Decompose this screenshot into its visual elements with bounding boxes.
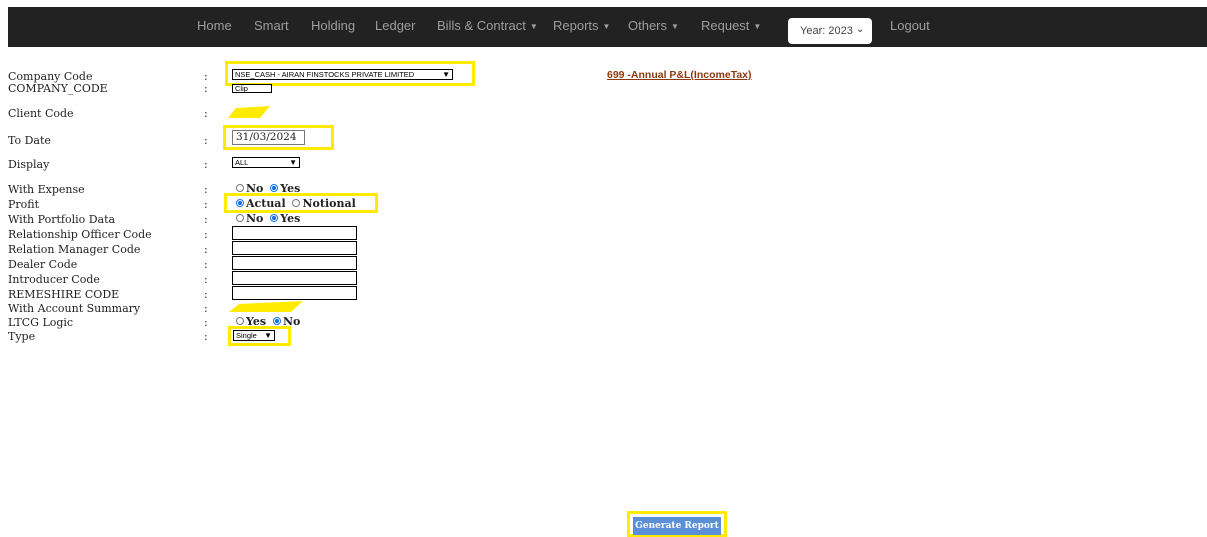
- display-select[interactable]: ALL ▼: [232, 157, 300, 168]
- nav-bills-contract[interactable]: Bills & Contract ▼: [437, 18, 538, 33]
- type-label: Type: [8, 330, 36, 343]
- with-expense-label: With Expense: [8, 183, 85, 196]
- redaction-mark: [229, 301, 303, 312]
- colon: :: [204, 228, 208, 241]
- ltcg-logic-label: LTCG Logic: [8, 316, 74, 329]
- to-date-input[interactable]: 31/03/2024: [232, 130, 305, 145]
- nav-others-label: Others: [628, 18, 668, 33]
- caret-down-icon: ▼: [602, 22, 611, 32]
- ltcg-yes-radio[interactable]: [236, 317, 244, 325]
- radio-label: No: [246, 212, 264, 225]
- ro-code-label: Relationship Officer Code: [8, 228, 152, 241]
- chevron-down-icon: ▼: [442, 70, 450, 79]
- colon: :: [204, 82, 208, 95]
- annual-pl-report-link[interactable]: 699 -Annual P&L(IncomeTax): [607, 69, 752, 81]
- profit-label: Profit: [8, 198, 40, 211]
- introducer-code-label: Introducer Code: [8, 273, 100, 286]
- nav-ledger[interactable]: Ledger: [375, 18, 415, 33]
- introducer-code-input[interactable]: [232, 271, 357, 285]
- with-portfolio-radio-group: No Yes: [236, 212, 303, 225]
- company-code-select-value: NSE_CASH - AIRAN FINSTOCKS PRIVATE LIMIT…: [235, 70, 415, 79]
- profit-notional-radio[interactable]: [292, 199, 301, 207]
- rm-code-input[interactable]: [232, 241, 357, 255]
- type-select-value: Single: [236, 331, 257, 340]
- rm-code-label: Relation Manager Code: [8, 243, 141, 256]
- to-date-label: To Date: [8, 134, 51, 147]
- colon: :: [204, 316, 208, 329]
- nav-logout[interactable]: Logout: [890, 18, 930, 33]
- colon: :: [204, 158, 208, 171]
- colon: :: [204, 288, 208, 301]
- profit-radio-group: Actual Notional: [236, 197, 359, 210]
- type-select[interactable]: Single ▼: [233, 330, 275, 341]
- with-account-summary-label: With Account Summary: [8, 302, 141, 315]
- colon: :: [204, 302, 208, 315]
- colon: :: [204, 273, 208, 286]
- generate-report-button[interactable]: Generate Report: [633, 517, 721, 535]
- nav-others[interactable]: Others ▼: [628, 18, 679, 33]
- company-code-sub-value: Clip: [235, 84, 248, 93]
- display-select-value: ALL: [235, 158, 249, 167]
- nav-bills-contract-label: Bills & Contract: [437, 18, 526, 33]
- with-portfolio-label: With Portfolio Data: [8, 213, 116, 226]
- colon: :: [204, 183, 208, 196]
- nav-home[interactable]: Home: [197, 18, 232, 33]
- caret-down-icon: ▼: [529, 22, 538, 32]
- radio-label: Actual: [246, 197, 286, 210]
- remeshire-code-input[interactable]: [232, 286, 357, 300]
- chevron-down-icon: ⌄: [856, 24, 865, 35]
- chevron-down-icon: ▼: [289, 158, 297, 167]
- colon: :: [204, 198, 208, 211]
- remeshire-code-label: REMESHIRE CODE: [8, 288, 120, 301]
- colon: :: [204, 330, 208, 343]
- nav-reports-label: Reports: [553, 18, 599, 33]
- nav-holding[interactable]: Holding: [311, 18, 355, 33]
- year-select[interactable]: Year: 2023 ⌄: [788, 18, 872, 44]
- colon: :: [204, 243, 208, 256]
- display-label: Display: [8, 158, 50, 171]
- company-code-select[interactable]: NSE_CASH - AIRAN FINSTOCKS PRIVATE LIMIT…: [232, 69, 453, 80]
- with-portfolio-yes-radio[interactable]: [270, 214, 279, 222]
- company-code-sub-select[interactable]: Clip: [232, 84, 272, 93]
- caret-down-icon: ▼: [671, 22, 679, 32]
- with-expense-yes-radio[interactable]: [270, 184, 279, 192]
- nav-smart[interactable]: Smart: [254, 18, 289, 33]
- nav-reports[interactable]: Reports ▼: [553, 18, 610, 33]
- chevron-down-icon: ▼: [264, 331, 272, 340]
- caret-down-icon: ▼: [753, 22, 762, 32]
- colon: :: [204, 258, 208, 271]
- dealer-code-label: Dealer Code: [8, 258, 78, 271]
- colon: :: [204, 134, 208, 147]
- nav-request[interactable]: Request ▼: [701, 18, 761, 33]
- redaction-mark: [228, 106, 270, 118]
- ro-code-input[interactable]: [232, 226, 357, 240]
- with-portfolio-no-radio[interactable]: [236, 214, 244, 222]
- profit-actual-radio[interactable]: [236, 199, 244, 207]
- client-code-label: Client Code: [8, 107, 74, 120]
- radio-label: Notional: [302, 197, 356, 210]
- colon: :: [204, 107, 208, 120]
- colon: :: [204, 213, 208, 226]
- top-navbar: Home Smart Holding Ledger Bills & Contra…: [8, 7, 1207, 47]
- ltcg-no-radio[interactable]: [272, 317, 281, 325]
- year-select-value: Year: 2023: [800, 25, 853, 37]
- nav-request-label: Request: [701, 18, 750, 33]
- dealer-code-input[interactable]: [232, 256, 357, 270]
- with-expense-no-radio[interactable]: [236, 184, 244, 192]
- company-code-sub-label: COMPANY_CODE: [8, 82, 108, 95]
- radio-label: Yes: [280, 212, 301, 225]
